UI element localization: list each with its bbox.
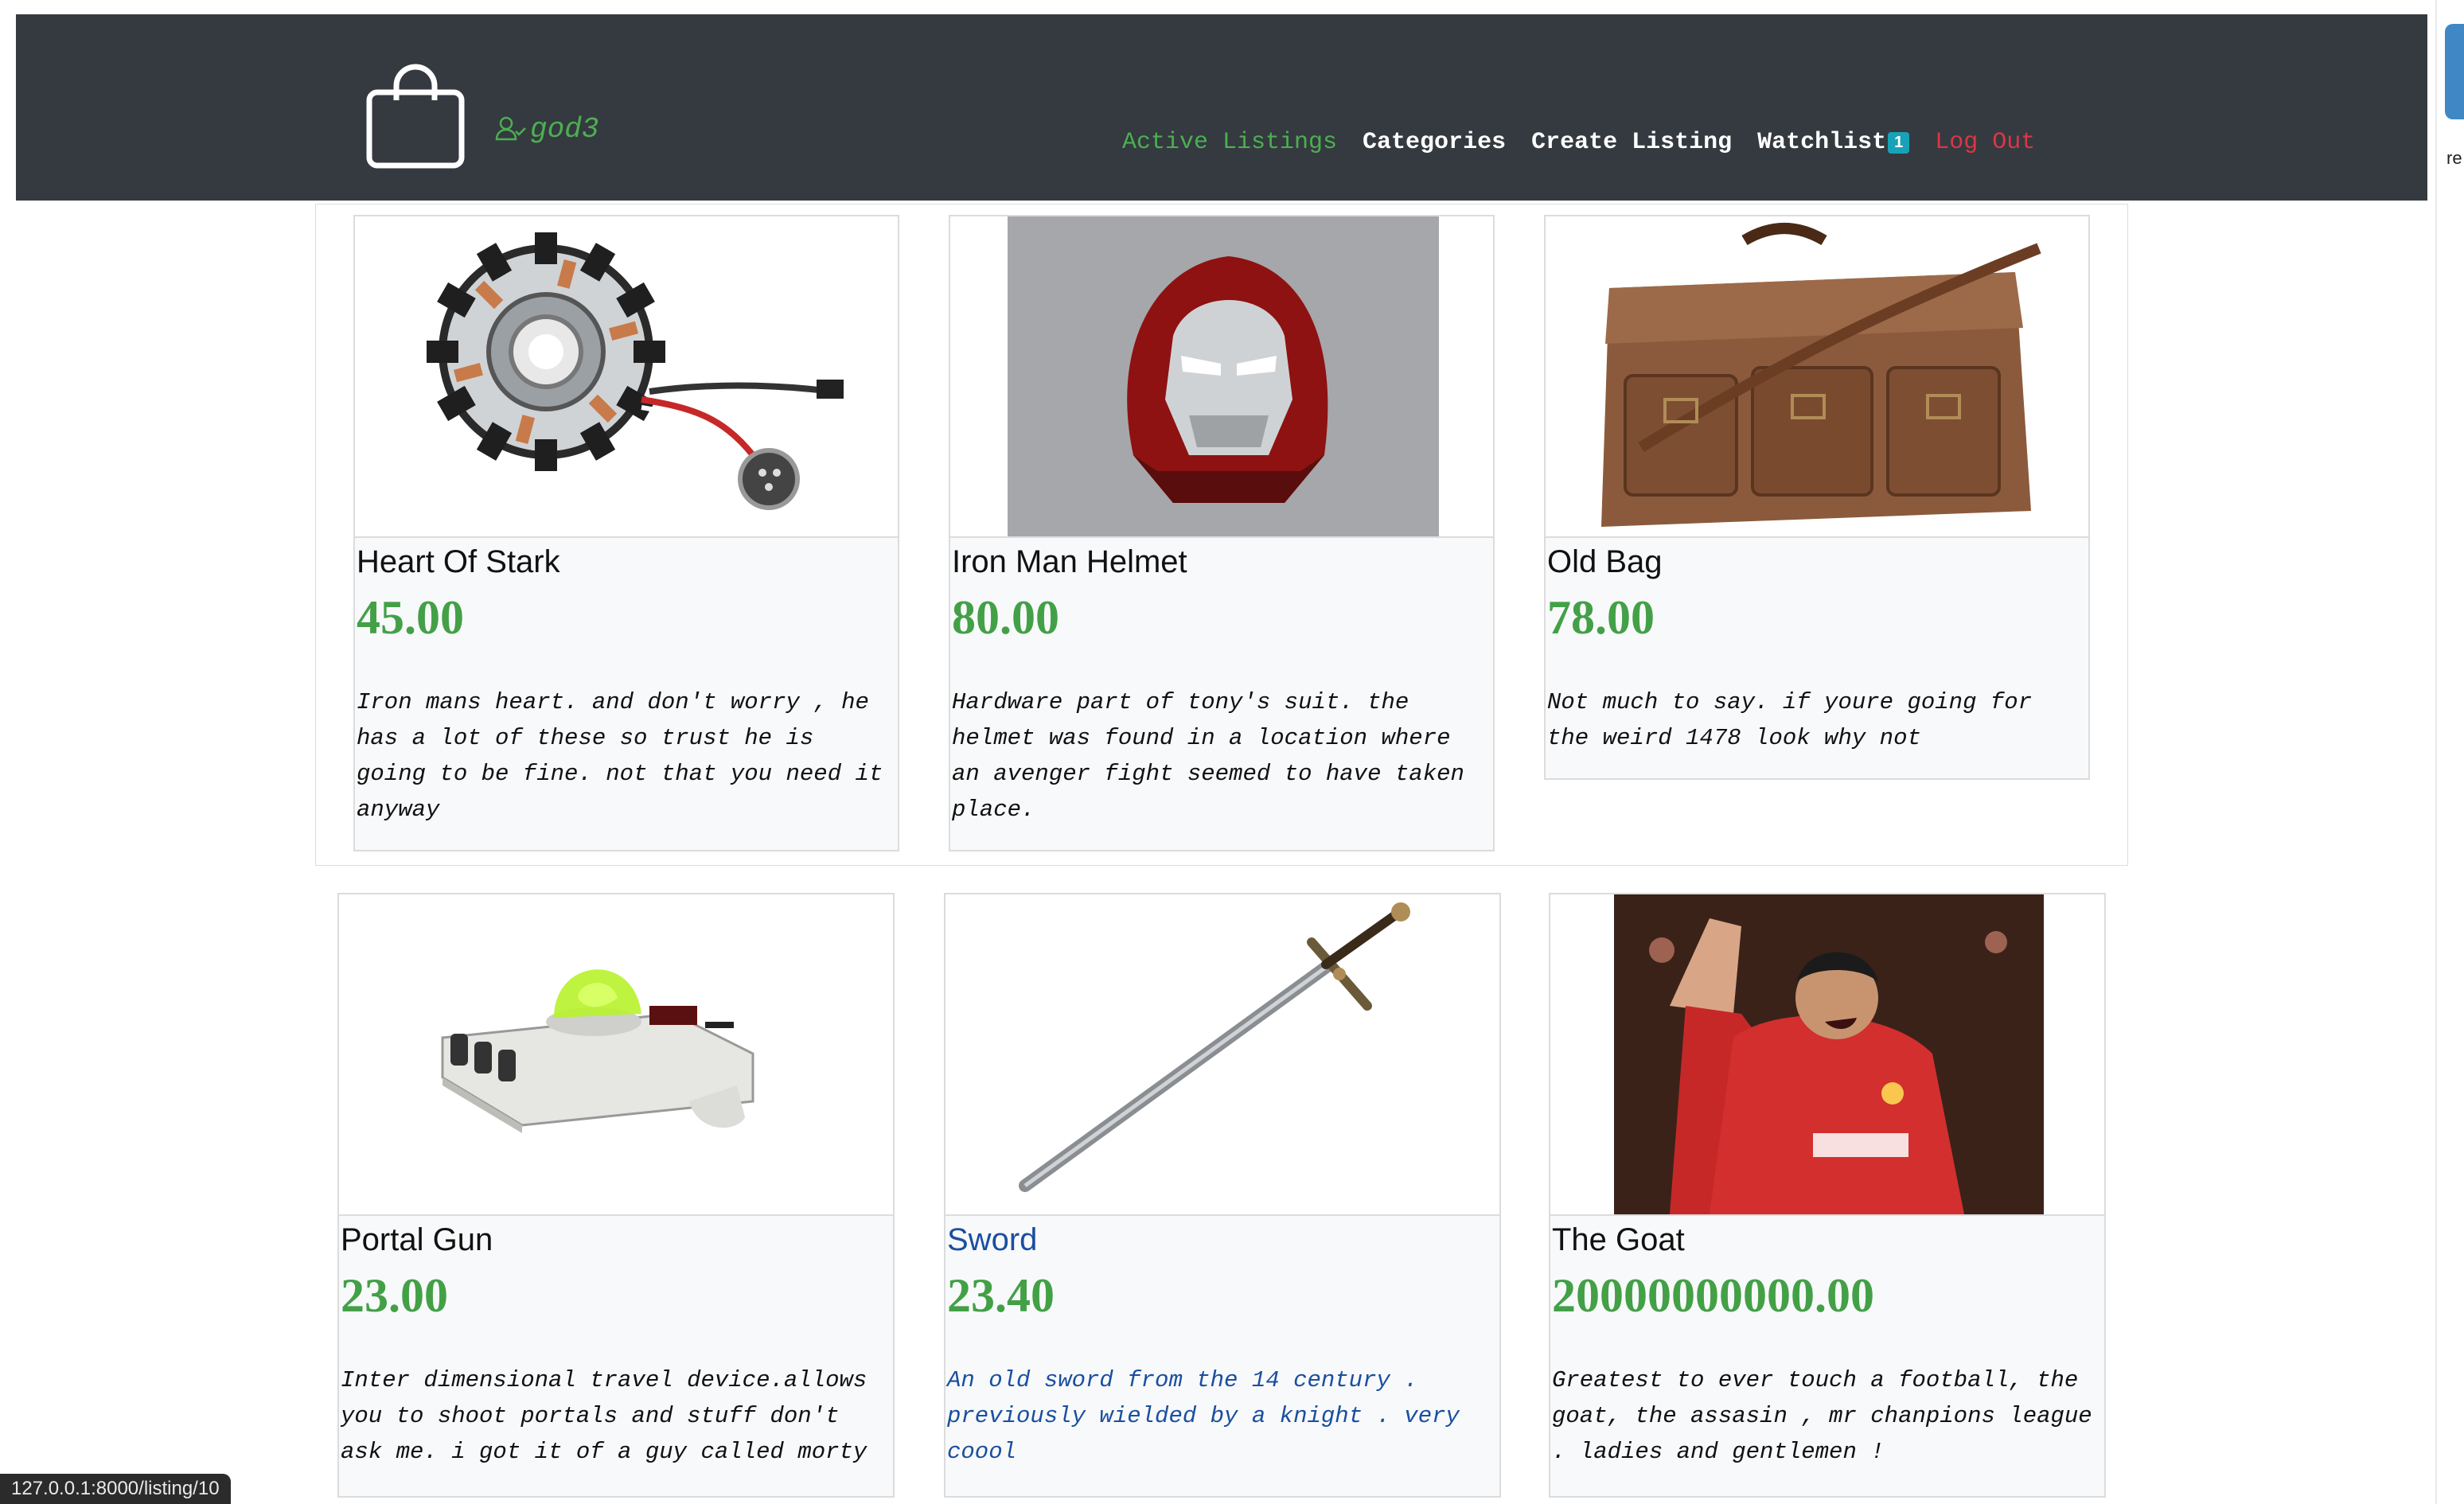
watchlist-count-badge: 1 — [1888, 131, 1910, 154]
sword-image — [1019, 902, 1410, 1192]
listing-image[interactable] — [1550, 894, 2104, 1216]
listing-description: Hardware part of tony's suit. the helmet… — [952, 689, 1464, 823]
nav-create-listing[interactable]: Create Listing — [1531, 129, 1732, 156]
leather-bag-image — [1601, 223, 2041, 527]
listing-price: 45.00 — [357, 591, 464, 644]
shopping-bag-icon[interactable] — [366, 62, 465, 169]
portal-gun-image — [441, 969, 754, 1133]
listing-card[interactable]: Sword 23.40 An old sword from the 14 cen… — [944, 893, 1501, 1498]
adjacent-window-tab[interactable] — [2445, 24, 2464, 119]
listing-card[interactable]: Old Bag 78.00 Not much to say. if youre … — [1544, 215, 2090, 780]
iron-man-helmet-image — [1008, 216, 1439, 536]
listing-title[interactable]: The Goat — [1552, 1222, 1685, 1258]
listing-image[interactable] — [339, 894, 893, 1216]
nav-watchlist[interactable]: Watchlist 1 — [1757, 129, 1910, 156]
listing-card[interactable]: Portal Gun 23.00 Inter dimensional trave… — [337, 893, 895, 1498]
listing-image[interactable] — [950, 216, 1493, 538]
user-profile-link[interactable]: god3 — [495, 113, 598, 146]
nav-active-listings[interactable]: Active Listings — [1122, 129, 1337, 156]
listing-card[interactable]: The Goat 20000000000.00 Greatest to ever… — [1549, 893, 2106, 1498]
listing-title[interactable]: Portal Gun — [341, 1222, 493, 1258]
adjacent-window-text: re — [2446, 148, 2462, 168]
listing-price: 23.40 — [947, 1269, 1055, 1322]
username: god3 — [530, 113, 599, 146]
listing-price: 23.00 — [341, 1269, 448, 1322]
adjacent-window-strip — [2443, 0, 2464, 1504]
listing-image[interactable] — [945, 894, 1499, 1216]
listing-title[interactable]: Sword — [947, 1222, 1037, 1258]
listing-price: 20000000000.00 — [1552, 1269, 1874, 1322]
listing-description: Inter dimensional travel device.allows y… — [341, 1367, 867, 1465]
listing-description: Iron mans heart. and don't worry , he ha… — [357, 689, 883, 823]
listing-title[interactable]: Iron Man Helmet — [952, 544, 1187, 580]
listing-title[interactable]: Heart Of Stark — [357, 544, 560, 580]
listing-price: 78.00 — [1547, 591, 1655, 644]
listing-price: 80.00 — [952, 591, 1059, 644]
navbar: god3 Active Listings Categories Create L… — [16, 14, 2427, 201]
user-check-icon — [495, 116, 526, 140]
footballer-photo-image — [1614, 894, 2044, 1214]
nav-categories[interactable]: Categories — [1363, 129, 1506, 156]
nav-logout[interactable]: Log Out — [1935, 129, 2035, 156]
listing-card[interactable]: Heart Of Stark 45.00 Iron mans heart. an… — [353, 215, 899, 851]
listing-title[interactable]: Old Bag — [1547, 544, 1663, 580]
nav-watchlist-label: Watchlist — [1757, 129, 1887, 156]
arc-reactor-image — [427, 232, 844, 510]
listing-description: An old sword from the 14 century . previ… — [947, 1367, 1460, 1465]
listing-card[interactable]: Iron Man Helmet 80.00 Hardware part of t… — [949, 215, 1495, 851]
listing-image[interactable] — [355, 216, 898, 538]
browser-status-url: 127.0.0.1:8000/listing/10 — [0, 1474, 231, 1504]
nav-links: Active Listings Categories Create Listin… — [1122, 129, 2035, 156]
listing-image[interactable] — [1546, 216, 2088, 538]
listing-description: Not much to say. if youre going for the … — [1547, 689, 2033, 751]
listing-description: Greatest to ever touch a football, the g… — [1552, 1367, 2092, 1465]
page-edge-divider — [2435, 0, 2437, 1504]
